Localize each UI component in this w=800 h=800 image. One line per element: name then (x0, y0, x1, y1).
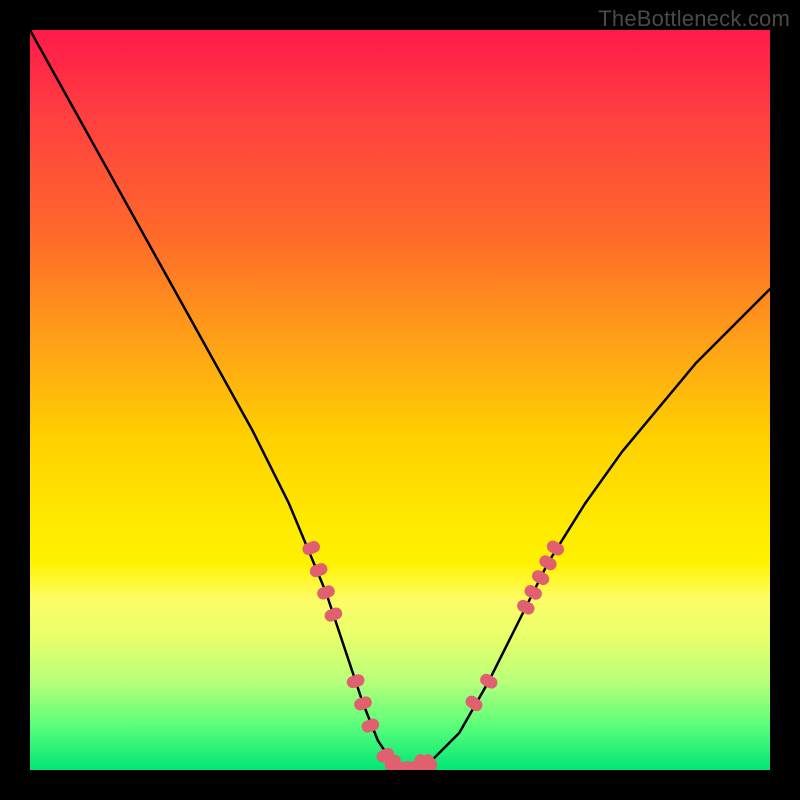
curve-marker (323, 606, 344, 624)
bottleneck-curve (30, 30, 770, 770)
curve-marker (374, 746, 395, 765)
curve-marker (530, 568, 552, 587)
curve-marker (478, 672, 500, 691)
plot-area (30, 30, 770, 770)
curve-layer (30, 30, 770, 770)
curve-marker (409, 761, 421, 770)
curve-marker (515, 598, 536, 617)
curve-marker (545, 538, 567, 557)
curve-marker (522, 583, 543, 602)
curve-marker (301, 539, 322, 557)
curve-marker (382, 752, 403, 770)
curve-marker (537, 553, 559, 572)
curve-marker (308, 561, 329, 579)
curve-marker (389, 759, 410, 770)
curve-marker (345, 673, 366, 690)
curve-marker (463, 693, 485, 713)
curve-marker (419, 752, 439, 770)
chart-frame: TheBottleneck.com (0, 0, 800, 800)
curve-marker (412, 752, 432, 770)
watermark-text: TheBottleneck.com (598, 6, 790, 32)
curve-marker (401, 761, 413, 770)
curve-marker (360, 717, 381, 734)
curve-marker (315, 584, 336, 602)
curve-marker (352, 695, 373, 712)
